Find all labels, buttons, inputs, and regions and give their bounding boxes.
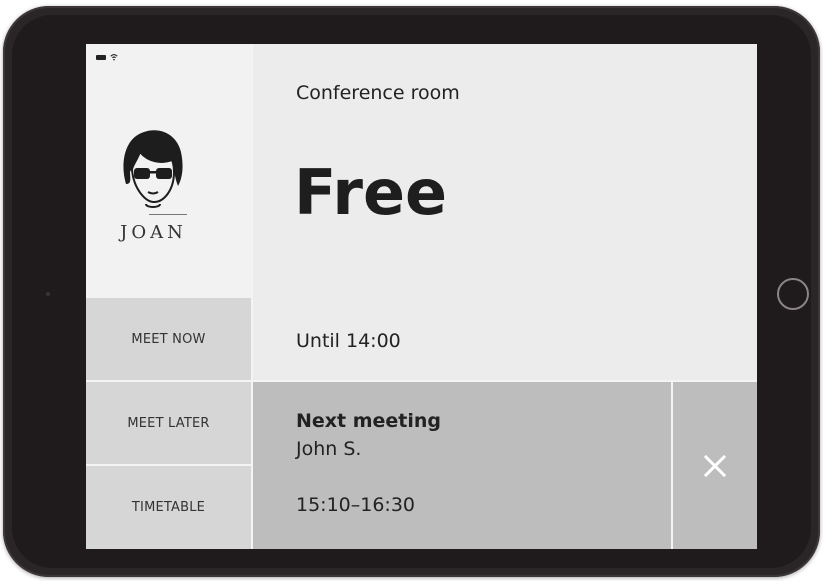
room-status: Free bbox=[294, 156, 448, 229]
logo-panel: JOAN bbox=[86, 44, 251, 298]
timetable-button[interactable]: TIMETABLE bbox=[86, 466, 251, 549]
next-meeting-organizer: John S. bbox=[296, 438, 362, 460]
status-until: Until 14:00 bbox=[296, 330, 401, 352]
meet-now-button[interactable]: MEET NOW bbox=[86, 298, 251, 380]
logo-wordmark: JOAN bbox=[120, 222, 187, 243]
home-button[interactable] bbox=[777, 278, 809, 310]
dismiss-button[interactable] bbox=[673, 382, 757, 549]
next-meeting-title: Next meeting bbox=[296, 410, 442, 432]
next-meeting-time: 15:10–16:30 bbox=[296, 494, 416, 516]
wifi-icon bbox=[110, 54, 118, 61]
front-camera bbox=[46, 292, 50, 296]
next-meeting-panel bbox=[253, 382, 671, 549]
logo-divider bbox=[149, 214, 187, 215]
close-icon bbox=[703, 454, 727, 477]
meet-later-button[interactable]: MEET LATER bbox=[86, 382, 251, 464]
status-bar bbox=[96, 53, 118, 61]
avatar-logo-icon bbox=[123, 130, 183, 208]
room-display-screen: JOAN MEET NOW MEET LATER TIMETABLE Confe… bbox=[86, 44, 757, 549]
room-name: Conference room bbox=[296, 82, 460, 104]
battery-icon bbox=[96, 54, 106, 60]
